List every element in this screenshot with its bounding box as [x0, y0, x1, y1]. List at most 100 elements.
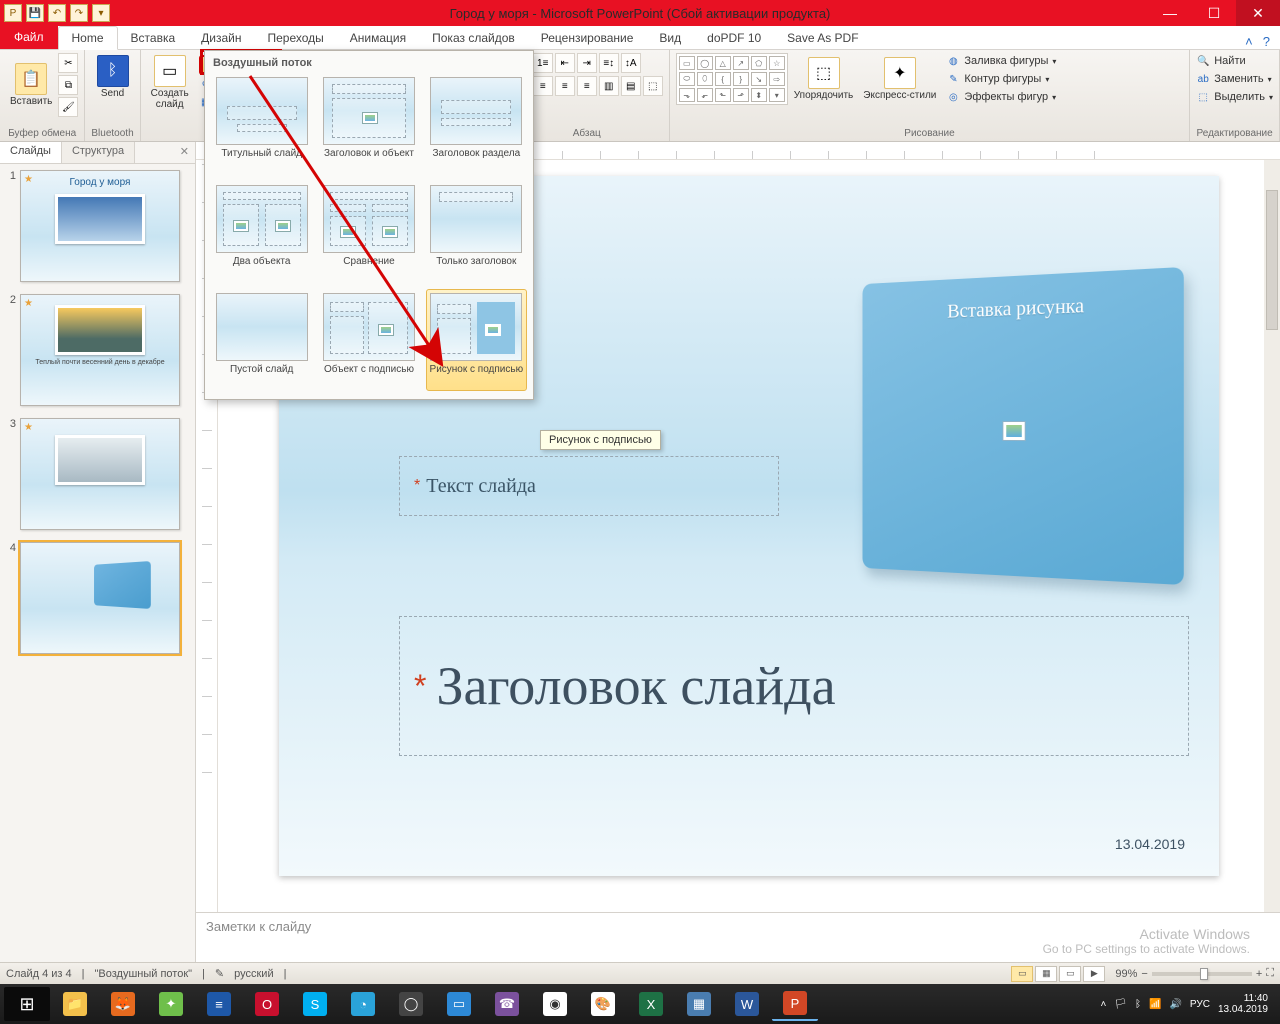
- tray-flag-icon[interactable]: 🏳: [1114, 999, 1127, 1010]
- taskbar-viber[interactable]: ☎: [484, 987, 530, 1021]
- select-button[interactable]: ⬚Выделить▾: [1196, 89, 1273, 105]
- help-icon[interactable]: ?: [1263, 34, 1270, 49]
- tab-view[interactable]: Вид: [646, 27, 694, 49]
- taskbar-powerpoint[interactable]: P: [772, 987, 818, 1021]
- view-slideshow-button[interactable]: ▶: [1083, 966, 1105, 982]
- layout-item-content-caption[interactable]: Объект с подписью: [318, 289, 419, 391]
- taskbar-explorer[interactable]: 📁: [52, 987, 98, 1021]
- taskbar-app1[interactable]: ✦: [148, 987, 194, 1021]
- taskbar-chrome[interactable]: ◉: [532, 987, 578, 1021]
- taskbar-paint[interactable]: 🎨: [580, 987, 626, 1021]
- qat-more-icon[interactable]: ▾: [92, 4, 110, 22]
- vertical-scrollbar[interactable]: [1264, 160, 1280, 912]
- indent-inc-icon[interactable]: ⇥: [577, 53, 597, 73]
- layout-item-comparison[interactable]: Сравнение: [318, 181, 419, 283]
- align-center-icon[interactable]: ≡: [533, 76, 553, 96]
- slide-thumbnail[interactable]: ★ Теплый почти весенний день в декабре: [20, 294, 180, 406]
- tray-volume-icon[interactable]: 🔊: [1169, 999, 1181, 1010]
- tab-review[interactable]: Рецензирование: [528, 27, 647, 49]
- format-painter-icon[interactable]: 🖌: [58, 97, 78, 117]
- zoom-in-icon[interactable]: +: [1256, 968, 1262, 980]
- taskbar-firefox[interactable]: 🦊: [100, 987, 146, 1021]
- align-right-icon[interactable]: ≡: [555, 76, 575, 96]
- text-placeholder[interactable]: * Текст слайда: [399, 456, 779, 516]
- shapes-gallery[interactable]: ▭◯△↗⬠☆ ⬭⬯{}↘⇨ ⬎⬐⬑⬏⬍▾: [676, 53, 788, 105]
- zoom-out-icon[interactable]: −: [1141, 968, 1147, 980]
- tab-insert[interactable]: Вставка: [118, 27, 189, 49]
- columns-icon[interactable]: ▥: [599, 76, 619, 96]
- shape-effects-button[interactable]: ◎Эффекты фигур▾: [946, 89, 1056, 105]
- quick-styles-button[interactable]: ✦ Экспресс-стили: [859, 55, 940, 103]
- taskbar-app4[interactable]: ◯: [388, 987, 434, 1021]
- panel-close-icon[interactable]: ✕: [174, 142, 195, 163]
- justify-icon[interactable]: ≡: [577, 76, 597, 96]
- tab-slideshow[interactable]: Показ слайдов: [419, 27, 528, 49]
- line-spacing-icon[interactable]: ≡↕: [599, 53, 619, 73]
- taskbar-app2[interactable]: ≡: [196, 987, 242, 1021]
- layout-item-title[interactable]: Титульный слайд: [211, 73, 312, 175]
- tab-outline[interactable]: Структура: [62, 142, 135, 163]
- zoom-slider[interactable]: [1152, 972, 1252, 976]
- layout-item-picture-caption[interactable]: Рисунок с подписью: [426, 289, 527, 391]
- tab-saveaspdf[interactable]: Save As PDF: [774, 27, 871, 49]
- taskbar-skype[interactable]: S: [292, 987, 338, 1021]
- taskbar-word[interactable]: W: [724, 987, 770, 1021]
- taskbar-app5[interactable]: ▭: [436, 987, 482, 1021]
- tab-file[interactable]: Файл: [0, 25, 58, 49]
- layout-item-blank[interactable]: Пустой слайд: [211, 289, 312, 391]
- layout-item-two-content[interactable]: Два объекта: [211, 181, 312, 283]
- undo-icon[interactable]: ↶: [48, 4, 66, 22]
- arrange-button[interactable]: ⬚ Упорядочить: [790, 55, 858, 103]
- tray-language[interactable]: РУС: [1190, 999, 1210, 1010]
- save-icon[interactable]: 💾: [26, 4, 44, 22]
- minimize-ribbon-icon[interactable]: ˄: [1245, 34, 1253, 49]
- shape-outline-button[interactable]: ✎Контур фигуры▾: [946, 71, 1056, 87]
- shape-fill-button[interactable]: ◍Заливка фигуры▾: [946, 53, 1056, 69]
- zoom-control[interactable]: 99% − + ⛶: [1115, 967, 1274, 980]
- tray-clock[interactable]: 11:40 13.04.2019: [1218, 993, 1268, 1015]
- taskbar-app6[interactable]: ▦: [676, 987, 722, 1021]
- slide-thumbnail[interactable]: ★: [20, 418, 180, 530]
- status-language[interactable]: русский: [234, 968, 273, 980]
- maximize-button[interactable]: ☐: [1192, 0, 1236, 26]
- title-placeholder[interactable]: * Заголовок слайда: [399, 616, 1189, 756]
- tray-expand-icon[interactable]: ˄: [1100, 999, 1106, 1010]
- tab-dopdf[interactable]: doPDF 10: [694, 27, 774, 49]
- minimize-button[interactable]: —: [1148, 0, 1192, 26]
- find-button[interactable]: 🔍Найти: [1196, 53, 1273, 69]
- tab-design[interactable]: Дизайн: [188, 27, 254, 49]
- tab-slides[interactable]: Слайды: [0, 142, 62, 163]
- smartart-icon[interactable]: ⬚: [643, 76, 663, 96]
- insert-picture-icon[interactable]: [1002, 421, 1025, 441]
- taskbar-app3[interactable]: ◔: [340, 987, 386, 1021]
- slide-thumbnail[interactable]: [20, 542, 180, 654]
- taskbar-opera[interactable]: O: [244, 987, 290, 1021]
- copy-icon[interactable]: ⧉: [58, 75, 78, 95]
- tab-animation[interactable]: Анимация: [337, 27, 419, 49]
- tray-network-icon[interactable]: 📶: [1149, 999, 1161, 1010]
- indent-dec-icon[interactable]: ⇤: [555, 53, 575, 73]
- layout-item-title-content[interactable]: Заголовок и объект: [318, 73, 419, 175]
- align-text-icon[interactable]: ▤: [621, 76, 641, 96]
- bluetooth-send-button[interactable]: ᛒ Send: [91, 53, 133, 101]
- view-reading-button[interactable]: ▭: [1059, 966, 1081, 982]
- status-spellcheck-icon[interactable]: ✎: [215, 967, 224, 980]
- redo-icon[interactable]: ↷: [70, 4, 88, 22]
- fit-to-window-icon[interactable]: ⛶: [1266, 967, 1274, 980]
- notes-pane[interactable]: Заметки к слайду: [196, 912, 1280, 962]
- start-button[interactable]: ⊞: [4, 987, 50, 1021]
- new-slide-button[interactable]: ▭ Создать слайд: [147, 53, 193, 112]
- tab-transitions[interactable]: Переходы: [254, 27, 336, 49]
- tray-bluetooth-icon[interactable]: ᛒ: [1135, 999, 1141, 1010]
- numbering-icon[interactable]: 1≡: [533, 53, 553, 73]
- close-button[interactable]: ✕: [1236, 0, 1280, 26]
- text-direction-icon[interactable]: ↕A: [621, 53, 641, 73]
- picture-placeholder[interactable]: Вставка рисунка: [863, 267, 1184, 585]
- paste-button[interactable]: 📋 Вставить: [6, 61, 56, 109]
- layout-item-section[interactable]: Заголовок раздела: [426, 73, 527, 175]
- view-normal-button[interactable]: ▭: [1011, 966, 1033, 982]
- cut-icon[interactable]: ✂: [58, 53, 78, 73]
- taskbar-excel[interactable]: X: [628, 987, 674, 1021]
- layout-item-title-only[interactable]: Только заголовок: [426, 181, 527, 283]
- view-sorter-button[interactable]: ▦: [1035, 966, 1057, 982]
